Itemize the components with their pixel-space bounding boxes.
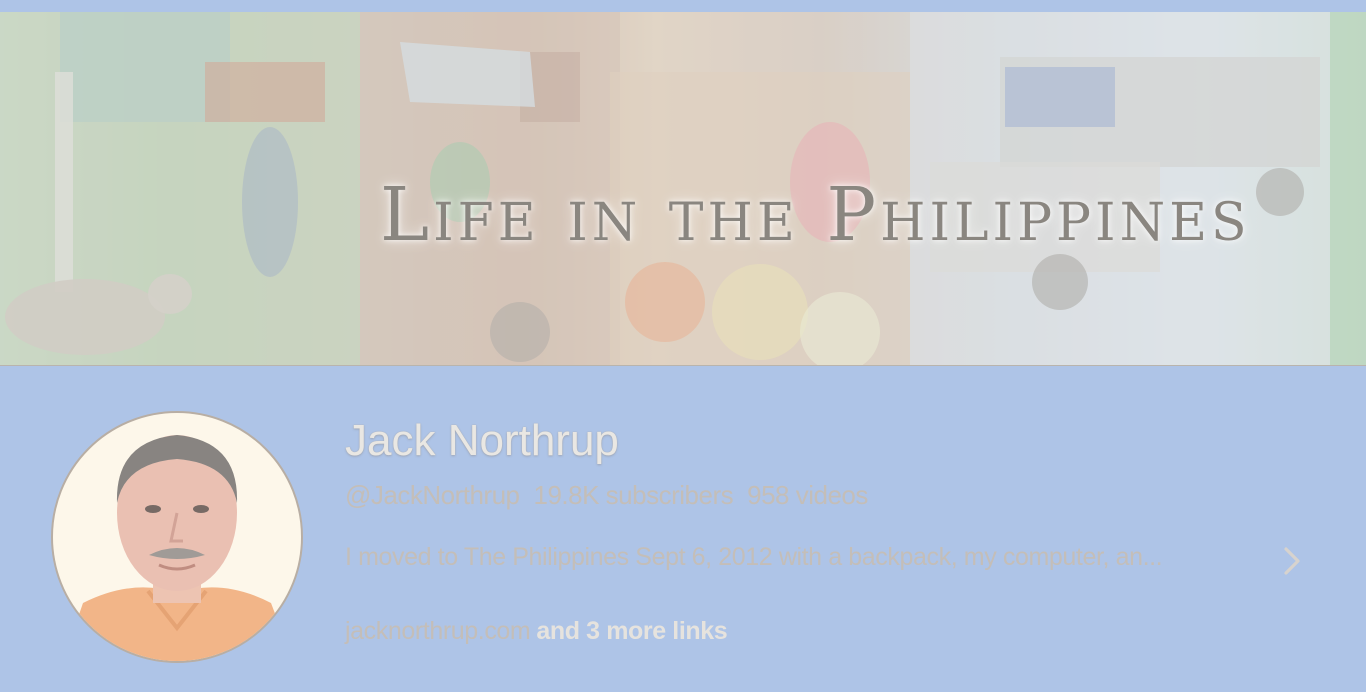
more-links-button[interactable]: and 3 more links bbox=[536, 617, 727, 645]
banner-title: Life in the Philippines bbox=[380, 172, 1251, 258]
channel-handle: @JackNorthrup bbox=[345, 480, 520, 510]
avatar-photo bbox=[53, 413, 301, 661]
channel-name: Jack Northrup bbox=[345, 416, 619, 465]
subscriber-count: 19.8K subscribers bbox=[533, 480, 734, 510]
chevron-right-icon[interactable] bbox=[1278, 544, 1306, 578]
website-link[interactable]: jacknorthrup.com bbox=[345, 617, 531, 645]
channel-meta: @JackNorthrup 19.8K subscribers 958 videos bbox=[345, 480, 882, 511]
channel-description[interactable]: I moved to The Philippines Sept 6, 2012 … bbox=[345, 543, 1255, 572]
channel-links: jacknorthrup.com and 3 more links bbox=[345, 617, 728, 646]
channel-banner: Life in the Philippines bbox=[0, 12, 1366, 366]
video-count: 958 videos bbox=[747, 480, 868, 510]
channel-avatar[interactable] bbox=[51, 411, 303, 663]
channel-page: Life in the Philippines Jack Northrup @J… bbox=[0, 0, 1366, 692]
